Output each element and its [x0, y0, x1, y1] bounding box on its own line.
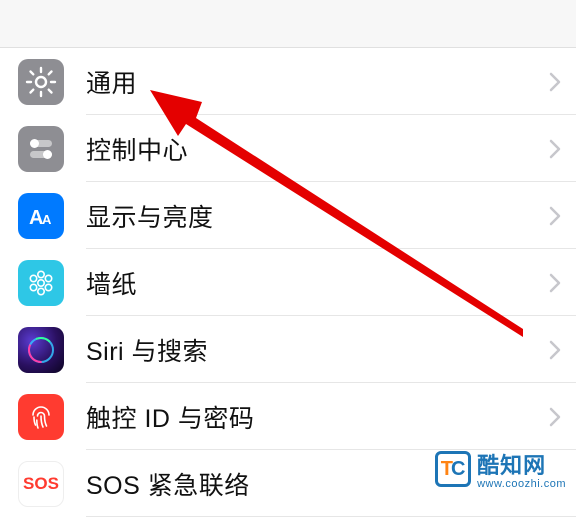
- settings-row-label: 触控 ID 与密码: [86, 399, 548, 435]
- watermark: TC 酷知网 www.coozhi.com: [435, 448, 566, 490]
- fingerprint-icon: [18, 394, 64, 440]
- settings-row-wallpaper[interactable]: 墙纸: [0, 249, 576, 316]
- chevron-right-icon: [548, 138, 562, 160]
- settings-row-label: 通用: [86, 64, 548, 100]
- settings-row-label: 控制中心: [86, 131, 548, 167]
- siri-icon: [18, 327, 64, 373]
- chevron-right-icon: [548, 205, 562, 227]
- text-size-icon: AA: [18, 193, 64, 239]
- chevron-right-icon: [548, 406, 562, 428]
- watermark-logo: TC: [435, 451, 471, 487]
- chevron-right-icon: [548, 272, 562, 294]
- settings-row-control-center[interactable]: 控制中心: [0, 115, 576, 182]
- header-bar: [0, 0, 576, 48]
- settings-row-label: Siri 与搜索: [86, 332, 548, 368]
- settings-row-label: 墙纸: [86, 265, 548, 301]
- sos-icon: SOS: [18, 461, 64, 507]
- chevron-right-icon: [548, 339, 562, 361]
- settings-row-touch-id[interactable]: 触控 ID 与密码: [0, 383, 576, 450]
- flower-icon: [18, 260, 64, 306]
- watermark-url: www.coozhi.com: [477, 478, 566, 490]
- gear-icon: [18, 59, 64, 105]
- settings-row-display-brightness[interactable]: AA 显示与亮度: [0, 182, 576, 249]
- settings-row-siri-search[interactable]: Siri 与搜索: [0, 316, 576, 383]
- toggles-icon: [18, 126, 64, 172]
- chevron-right-icon: [548, 71, 562, 93]
- settings-list: 通用 控制中心 AA 显示与亮度: [0, 48, 576, 517]
- svg-text:A: A: [42, 212, 52, 227]
- settings-row-label: 显示与亮度: [86, 198, 548, 234]
- watermark-brand: 酷知网: [477, 448, 546, 480]
- settings-row-general[interactable]: 通用: [0, 48, 576, 115]
